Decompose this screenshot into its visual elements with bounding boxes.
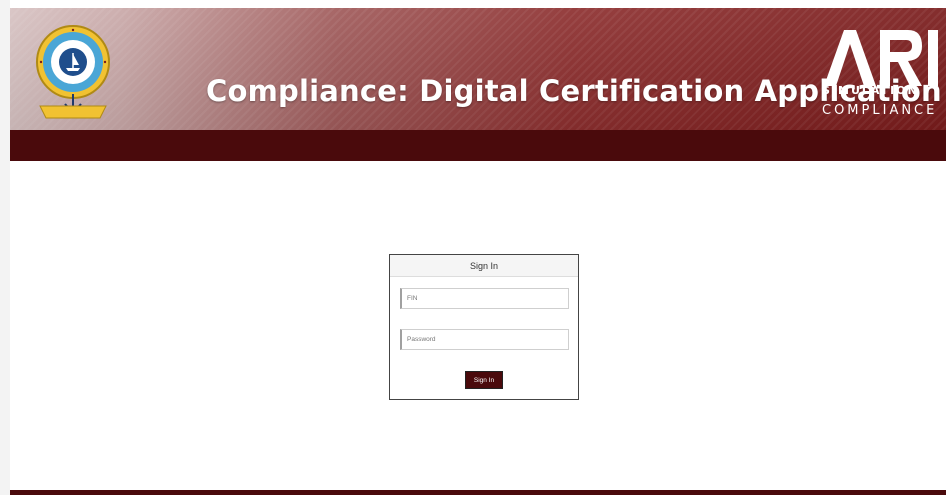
- dg-shipping-emblem-icon: [36, 25, 110, 119]
- page: Compliance: Digital Certification Applic…: [0, 0, 946, 495]
- password-input[interactable]: [400, 329, 569, 350]
- app-title: Compliance: Digital Certification Applic…: [206, 74, 942, 108]
- fin-input[interactable]: [400, 288, 569, 309]
- header-shade: [10, 8, 946, 130]
- signin-title: Sign In: [390, 255, 578, 277]
- brand-simulation-text: SIMULATION: [822, 84, 919, 97]
- signin-button[interactable]: Sign In: [465, 371, 503, 389]
- brand-compliance-text: COMPLIANCE: [822, 103, 938, 118]
- header-banner: Compliance: Digital Certification Applic…: [10, 8, 946, 130]
- footer-bar: [10, 490, 946, 495]
- navigation-bar: [10, 130, 946, 161]
- ari-brand-logo: SIMULATION COMPLIANCE: [814, 26, 938, 124]
- signin-card: Sign In Sign In: [389, 254, 579, 400]
- ari-logo-icon: [824, 30, 938, 86]
- page-left-edge: [0, 0, 10, 495]
